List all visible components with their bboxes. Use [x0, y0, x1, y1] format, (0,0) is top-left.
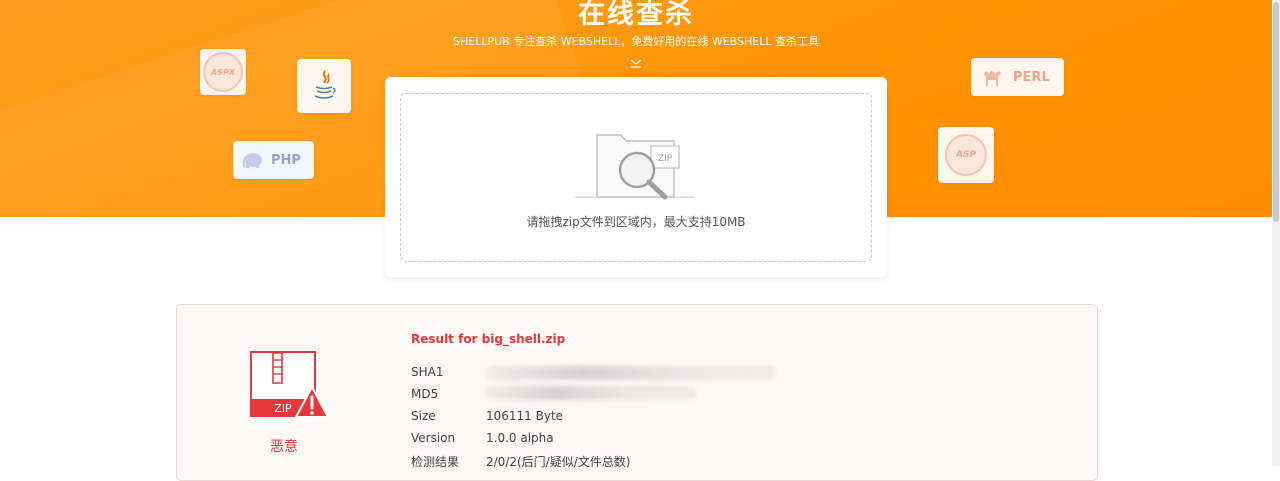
- result-card: ZIP 恶意 Result for big_shell.zip SHA1 MD5…: [176, 304, 1098, 481]
- size-value: 106111 Byte: [486, 409, 564, 423]
- chevron-down-icon[interactable]: [629, 57, 643, 69]
- scrollbar-thumb[interactable]: [1273, 2, 1279, 222]
- aspx-label: ASPX: [203, 52, 243, 92]
- aspx-badge: ASPX: [200, 49, 246, 95]
- upload-hint: 请拖拽zip文件到区域内，最大支持10MB: [526, 215, 746, 229]
- zip-file-label: ZIP: [274, 402, 292, 415]
- php-badge: PHP: [233, 141, 314, 179]
- zip-tag-text: ZIP: [658, 154, 673, 164]
- detection-result-label: 检测结果: [411, 455, 460, 469]
- page-title: 在线查杀: [578, 0, 694, 30]
- md5-value-redacted: [486, 386, 696, 400]
- version-label: Version: [411, 431, 456, 445]
- java-badge: [297, 59, 351, 113]
- version-value: 1.0.0 alpha: [486, 431, 554, 445]
- php-label: PHP: [271, 152, 301, 168]
- zip-dropzone[interactable]: ZIP 请拖拽zip文件到区域内，最大支持10MB: [400, 93, 872, 262]
- size-label: Size: [411, 409, 436, 423]
- perl-camel-icon: [984, 71, 1001, 86]
- detection-result-value: 2/0/2(后门/疑似/文件总数): [486, 455, 631, 469]
- verdict-label: 恶意: [270, 439, 298, 455]
- page-scrollbar[interactable]: [1272, 0, 1280, 466]
- result-title: Result for big_shell.zip: [411, 332, 566, 346]
- zip-file-warning-icon: ZIP: [250, 351, 328, 418]
- md5-label: MD5: [411, 387, 439, 401]
- java-icon: [314, 70, 336, 99]
- asp-label: ASP: [945, 134, 987, 176]
- perl-label: PERL: [1013, 69, 1050, 85]
- page-subtitle: SHELLPUB 专注查杀 WEBSHELL，免费好用的在线 WEBSHELL …: [453, 35, 819, 48]
- folder-search-icon: ZIP: [575, 134, 695, 200]
- sha1-value-redacted: [486, 366, 776, 380]
- sha1-label: SHA1: [411, 365, 444, 379]
- asp-badge: ASP: [938, 127, 994, 183]
- perl-badge: PERL: [971, 58, 1064, 96]
- upload-card: ZIP 请拖拽zip文件到区域内，最大支持10MB: [385, 77, 887, 277]
- php-elephant-icon: [242, 153, 262, 168]
